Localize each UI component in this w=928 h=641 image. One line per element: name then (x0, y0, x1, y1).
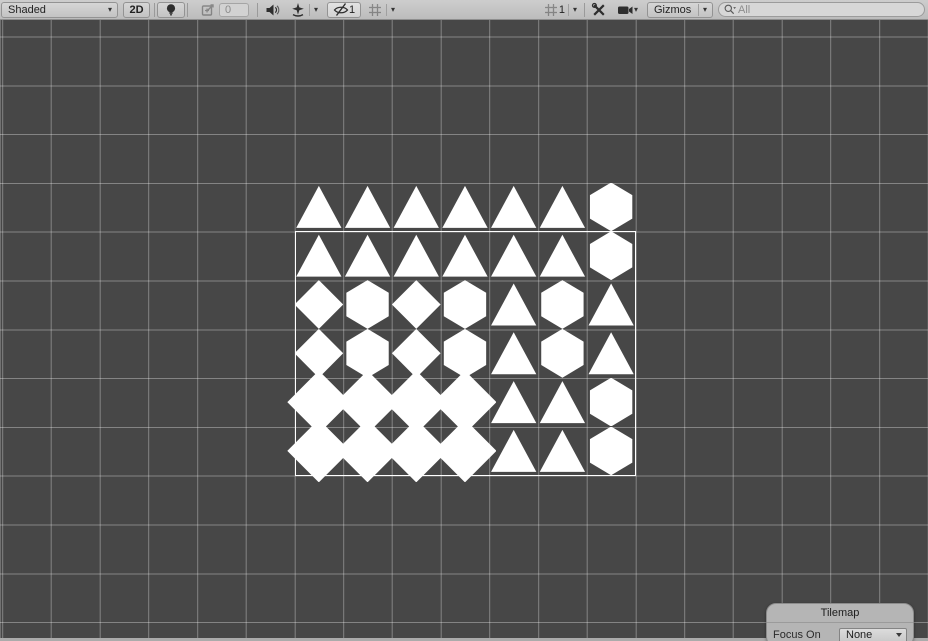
2d-label: 2D (129, 4, 143, 16)
focus-on-label: Focus On (773, 629, 821, 641)
flare-count-field: 0 (219, 3, 249, 17)
grid-size-value: 1 (559, 4, 565, 16)
toolbar-separator (187, 3, 188, 17)
toolbar-separator (698, 4, 699, 16)
tools-button[interactable] (587, 2, 611, 18)
search-input[interactable] (736, 4, 920, 16)
tilemap-focus-panel: Tilemap Focus On None (766, 603, 914, 641)
toolbar-separator (386, 4, 387, 16)
toolbar-separator (309, 4, 310, 16)
grid-icon (543, 2, 559, 18)
gizmos-label: Gizmos (652, 4, 693, 16)
grid-visibility-dropdown[interactable]: ▾ (363, 2, 400, 18)
scene-view-window: Shaded ▾ 2D 0 (0, 0, 928, 641)
shading-mode-dropdown[interactable]: Shaded ▾ (1, 2, 118, 18)
shading-mode-label: Shaded (6, 4, 48, 16)
flare-icon (200, 2, 216, 18)
chevron-down-icon: ▾ (390, 6, 396, 14)
tilemap-selection-box (295, 231, 636, 475)
search-icon (723, 3, 736, 16)
scene-toolbar: Shaded ▾ 2D 0 (0, 0, 928, 20)
chevron-down-icon: ▾ (572, 6, 578, 14)
grid-icon (367, 2, 383, 18)
gizmos-dropdown[interactable]: Gizmos ▾ (647, 2, 713, 18)
chevron-down-icon: ▾ (107, 6, 113, 14)
tile-triangle[interactable] (489, 183, 538, 232)
toolbar-separator (257, 3, 258, 17)
scene-viewport[interactable]: Tilemap Focus On None (0, 20, 928, 641)
chevron-down-icon: ▾ (313, 6, 319, 14)
2d-toggle-button[interactable]: 2D (123, 2, 150, 18)
toolbar-separator (584, 3, 585, 17)
tools-icon (591, 2, 607, 18)
chevron-down-icon (896, 633, 902, 637)
tile-triangle[interactable] (538, 183, 587, 232)
audio-icon (264, 2, 280, 18)
lightbulb-icon (163, 2, 179, 18)
camera-dropdown-button[interactable]: ▾ (613, 2, 643, 18)
toolbar-separator (568, 4, 569, 16)
audio-toggle-button[interactable] (260, 2, 284, 18)
effects-icon (290, 2, 306, 18)
tile-hexagon[interactable] (587, 183, 636, 232)
panel-title: Tilemap (767, 604, 913, 623)
chevron-down-icon: ▾ (633, 6, 639, 14)
crossed-eye-icon (333, 2, 349, 18)
tile-triangle[interactable] (441, 183, 490, 232)
grid-size-dropdown[interactable]: 1 ▾ (539, 2, 582, 18)
hidden-objects-toggle[interactable]: 1 (327, 2, 361, 18)
toolbar-separator (154, 3, 155, 17)
tile-triangle[interactable] (295, 183, 344, 232)
scene-search-field[interactable] (718, 2, 925, 17)
flare-control[interactable]: 0 (196, 2, 253, 18)
tile-triangle[interactable] (392, 183, 441, 232)
focus-on-value: None (846, 629, 872, 641)
tile-triangle[interactable] (343, 183, 392, 232)
camera-icon (617, 2, 633, 18)
chevron-down-icon: ▾ (702, 6, 708, 14)
lighting-toggle-button[interactable] (157, 2, 185, 18)
focus-on-dropdown[interactable]: None (839, 628, 907, 641)
effects-dropdown-button[interactable]: ▾ (286, 2, 323, 18)
hidden-count-label: 1 (349, 4, 355, 16)
